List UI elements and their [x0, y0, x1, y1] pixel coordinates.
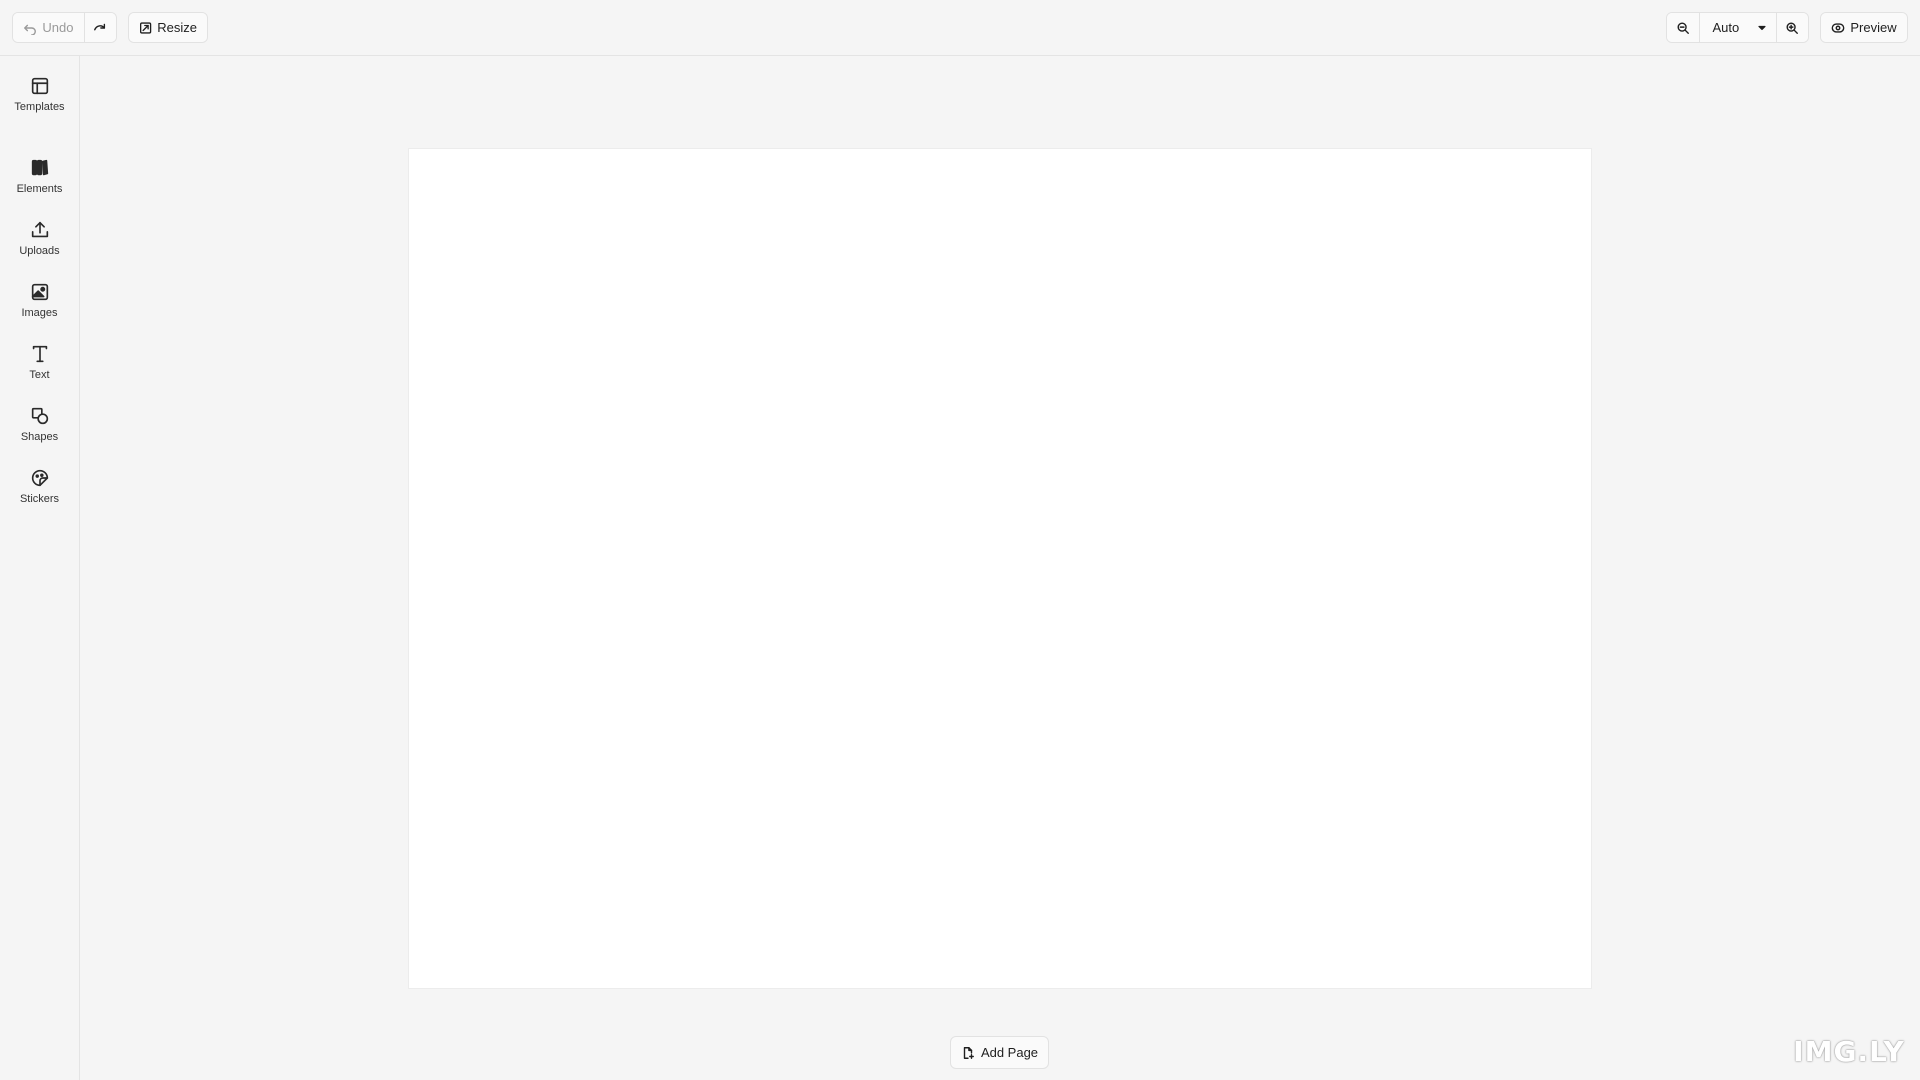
undo-button[interactable]: Undo: [13, 13, 84, 42]
sidebar-item-label: Stickers: [19, 493, 60, 505]
undo-label: Undo: [42, 20, 74, 35]
resize-icon: [139, 21, 152, 34]
sidebar-item-elements[interactable]: Elements: [0, 148, 79, 204]
zoom-out-button[interactable]: [1667, 13, 1700, 42]
sidebar-item-label: Images: [21, 307, 58, 319]
sidebar-item-label: Text: [29, 369, 50, 381]
upload-icon: [29, 219, 51, 241]
shapes-icon: [29, 405, 51, 427]
zoom-in-icon: [1786, 21, 1799, 34]
elements-icon: [29, 157, 51, 179]
redo-button[interactable]: [83, 13, 116, 42]
top-toolbar: Undo Resize Auto Preview: [0, 0, 1920, 56]
zoom-in-button[interactable]: [1775, 13, 1808, 42]
sidebar-item-uploads[interactable]: Uploads: [0, 210, 79, 266]
zoom-controls: Auto: [1666, 12, 1809, 43]
text-icon: [29, 343, 51, 365]
sidebar-item-text[interactable]: Text: [0, 334, 79, 390]
sidebar-item-label: Shapes: [20, 431, 59, 443]
templates-icon: [29, 75, 51, 97]
add-page-icon: [963, 1046, 974, 1059]
sidebar-item-label: Templates: [14, 101, 65, 113]
brand-watermark: IMG.LY: [1793, 1034, 1905, 1068]
add-page-button[interactable]: Add Page: [950, 1036, 1049, 1069]
chevron-down-icon: [1757, 25, 1766, 30]
add-page-label: Add Page: [980, 1045, 1039, 1060]
undo-icon: [24, 24, 37, 35]
sidebar-item-shapes[interactable]: Shapes: [0, 396, 79, 452]
resize-label: Resize: [157, 20, 197, 35]
redo-icon: [94, 23, 106, 30]
zoom-level-value: Auto: [1712, 20, 1740, 35]
zoom-level-select[interactable]: Auto: [1699, 13, 1776, 42]
image-icon: [29, 281, 51, 303]
zoom-out-icon: [1677, 21, 1690, 34]
preview-label: Preview: [1850, 20, 1897, 35]
resize-control: Resize: [128, 12, 208, 43]
resize-button[interactable]: Resize: [129, 13, 207, 42]
sidebar-item-templates[interactable]: Templates: [0, 66, 79, 122]
sidebar-item-images[interactable]: Images: [0, 272, 79, 328]
sidebar-item-label: Elements: [16, 183, 63, 195]
left-sidebar: Templates Elements Uploads Images Text S…: [0, 56, 80, 1080]
preview-button[interactable]: Preview: [1821, 13, 1907, 42]
history-controls: Undo: [12, 12, 117, 43]
sticker-icon: [29, 467, 51, 489]
design-canvas-page[interactable]: [408, 148, 1592, 989]
sidebar-item-label: Uploads: [19, 245, 60, 257]
sidebar-item-stickers[interactable]: Stickers: [0, 458, 79, 514]
preview-control: Preview: [1820, 12, 1908, 43]
eye-icon: [1831, 22, 1845, 33]
